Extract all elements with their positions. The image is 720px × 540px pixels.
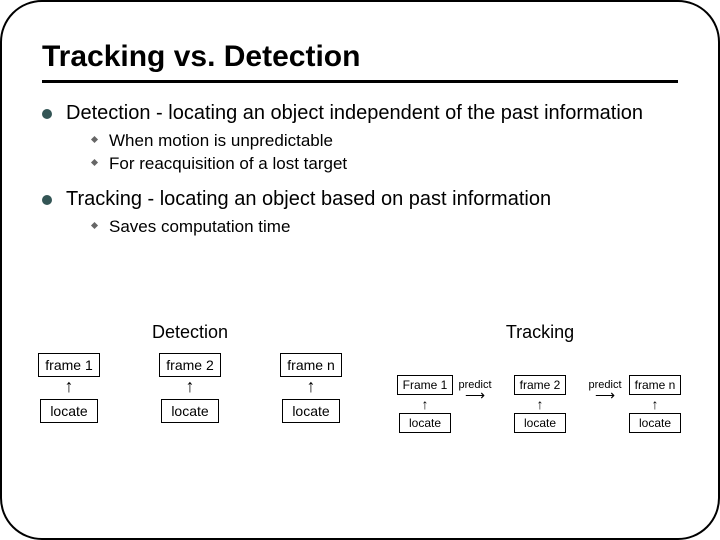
- locate-box: locate: [282, 399, 340, 423]
- detection-diagram: Detection frame 1 ↑ locate frame 2 ↑ loc…: [30, 322, 350, 433]
- detection-col: frame 2 ↑ locate: [151, 353, 229, 423]
- up-arrow-icon: ↑: [652, 397, 659, 411]
- frame-box: frame 2: [159, 353, 220, 377]
- predict-edge: predict ⟶: [430, 379, 520, 399]
- sub-bullet: When motion is unpredictable: [92, 130, 678, 151]
- sub-bullet-text: Saves computation time: [109, 216, 290, 237]
- sub-bullet: Saves computation time: [92, 216, 678, 237]
- sub-bullet-icon: [91, 159, 98, 166]
- right-arrow-icon: ⟶: [595, 391, 615, 399]
- bullet-detection: Detection - locating an object independe…: [42, 101, 678, 126]
- frame-box: frame n: [280, 353, 341, 377]
- title-divider: [42, 80, 678, 83]
- locate-box: locate: [399, 413, 451, 433]
- up-arrow-icon: ↑: [537, 397, 544, 411]
- sub-bullet-text: When motion is unpredictable: [109, 130, 333, 151]
- up-arrow-icon: ↑: [307, 379, 316, 397]
- slide-frame: Tracking vs. Detection Detection - locat…: [0, 0, 720, 540]
- frame-box: frame 1: [38, 353, 99, 377]
- slide-title: Tracking vs. Detection: [42, 40, 678, 74]
- bullet-text: Detection - locating an object independe…: [66, 101, 643, 126]
- diagram-area: Detection frame 1 ↑ locate frame 2 ↑ loc…: [30, 322, 690, 433]
- up-arrow-icon: ↑: [186, 379, 195, 397]
- right-arrow-icon: ⟶: [465, 391, 485, 399]
- sub-bullet-icon: [91, 221, 98, 228]
- detection-col: frame n ↑ locate: [272, 353, 350, 423]
- tracking-diagram: Tracking predict ⟶ predict ⟶ Frame 1 ↑: [390, 322, 690, 433]
- tracking-label: Tracking: [390, 322, 690, 343]
- sub-bullet-icon: [91, 136, 98, 143]
- bullet-dot-icon: [42, 195, 52, 205]
- bullet-list: Detection - locating an object independe…: [42, 101, 678, 237]
- predict-arrows: predict ⟶ predict ⟶: [430, 379, 650, 399]
- locate-box: locate: [629, 413, 681, 433]
- up-arrow-icon: ↑: [65, 379, 74, 397]
- bullet-dot-icon: [42, 109, 52, 119]
- bullet-tracking: Tracking - locating an object based on p…: [42, 187, 678, 212]
- bullet-text: Tracking - locating an object based on p…: [66, 187, 551, 212]
- locate-box: locate: [40, 399, 98, 423]
- detection-label: Detection: [30, 322, 350, 343]
- up-arrow-icon: ↑: [422, 397, 429, 411]
- locate-box: locate: [514, 413, 566, 433]
- sub-bullet: For reacquisition of a lost target: [92, 153, 678, 174]
- detection-col: frame 1 ↑ locate: [30, 353, 108, 423]
- locate-box: locate: [161, 399, 219, 423]
- predict-edge: predict ⟶: [560, 379, 650, 399]
- sub-bullet-text: For reacquisition of a lost target: [109, 153, 347, 174]
